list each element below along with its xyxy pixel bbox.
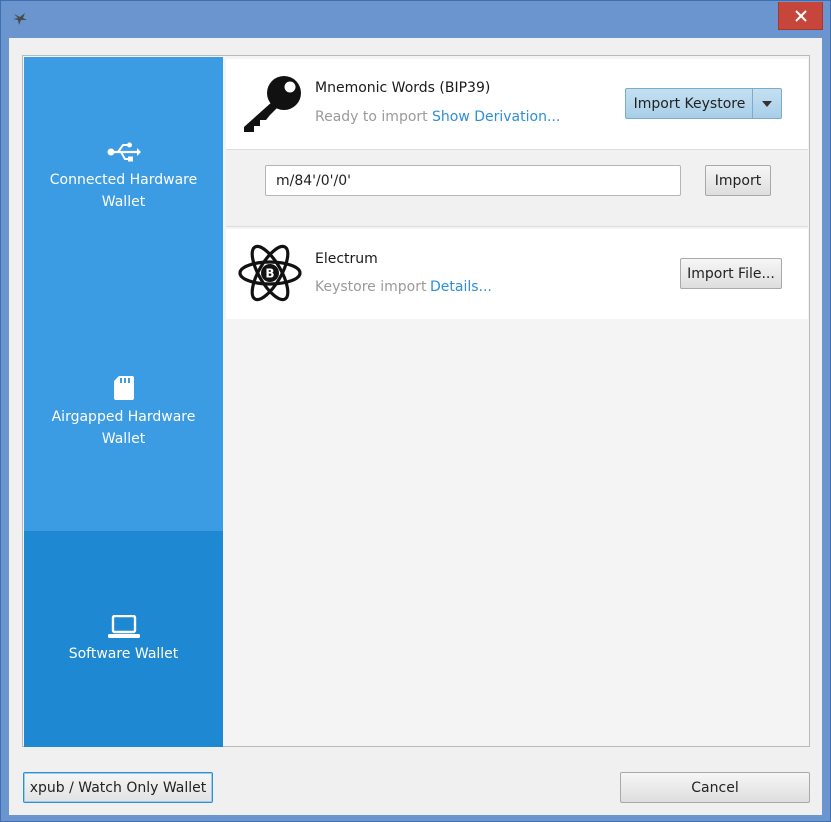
sidebar-item-label: Software Wallet: [68, 646, 179, 662]
mnemonic-title: Mnemonic Words (BIP39): [315, 80, 491, 96]
sidebar-item-software-wallet[interactable]: Software Wallet: [24, 531, 223, 747]
close-icon: [794, 9, 807, 22]
import-file-button[interactable]: Import File...: [680, 258, 782, 289]
keystore-list: Mnemonic Words (BIP39) Ready to import S…: [224, 57, 810, 747]
laptop-icon: [107, 615, 140, 638]
cancel-button[interactable]: Cancel: [620, 772, 810, 803]
svg-text:B: B: [265, 267, 274, 281]
import-keystore-button[interactable]: Import Keystore: [625, 88, 753, 119]
window: Connected Hardware Wallet Airgapped Hard…: [0, 0, 831, 822]
mnemonic-status: Ready to import: [315, 109, 428, 125]
dialog-body: Connected Hardware Wallet Airgapped Hard…: [9, 38, 822, 815]
sd-card-icon: [113, 376, 134, 400]
content-area: Connected Hardware Wallet Airgapped Hard…: [22, 55, 810, 747]
electrum-logo-icon: B: [238, 244, 302, 302]
import-derivation-button[interactable]: Import: [705, 165, 771, 196]
sidebar-item-label: Connected Hardware Wallet: [49, 172, 198, 210]
chevron-down-icon: [762, 100, 772, 107]
import-keystore-dropdown[interactable]: [752, 88, 782, 119]
show-derivation-link[interactable]: Show Derivation...: [432, 109, 560, 125]
electrum-status: Keystore import: [315, 279, 427, 295]
xpub-watch-only-button[interactable]: xpub / Watch Only Wallet: [23, 772, 213, 803]
sparrow-app-icon: [11, 10, 29, 28]
sidebar-item-label: Airgapped Hardware Wallet: [51, 409, 196, 447]
mnemonic-keystore-card: Mnemonic Words (BIP39) Ready to import S…: [226, 59, 808, 149]
derivation-panel: Import: [226, 149, 808, 227]
close-button[interactable]: [778, 2, 823, 30]
sidebar: Connected Hardware Wallet Airgapped Hard…: [24, 57, 223, 747]
title-bar: [1, 1, 830, 37]
electrum-title: Electrum: [315, 251, 378, 267]
derivation-path-input[interactable]: [265, 165, 681, 196]
sidebar-item-connected-hardware[interactable]: Connected Hardware Wallet: [24, 57, 223, 273]
sidebar-item-airgapped-hardware[interactable]: Airgapped Hardware Wallet: [24, 294, 223, 510]
key-icon: [244, 76, 301, 132]
electrum-keystore-card: B Electrum Keystore import Details... Im…: [226, 229, 808, 319]
electrum-details-link[interactable]: Details...: [430, 279, 492, 295]
usb-icon: [107, 142, 141, 162]
